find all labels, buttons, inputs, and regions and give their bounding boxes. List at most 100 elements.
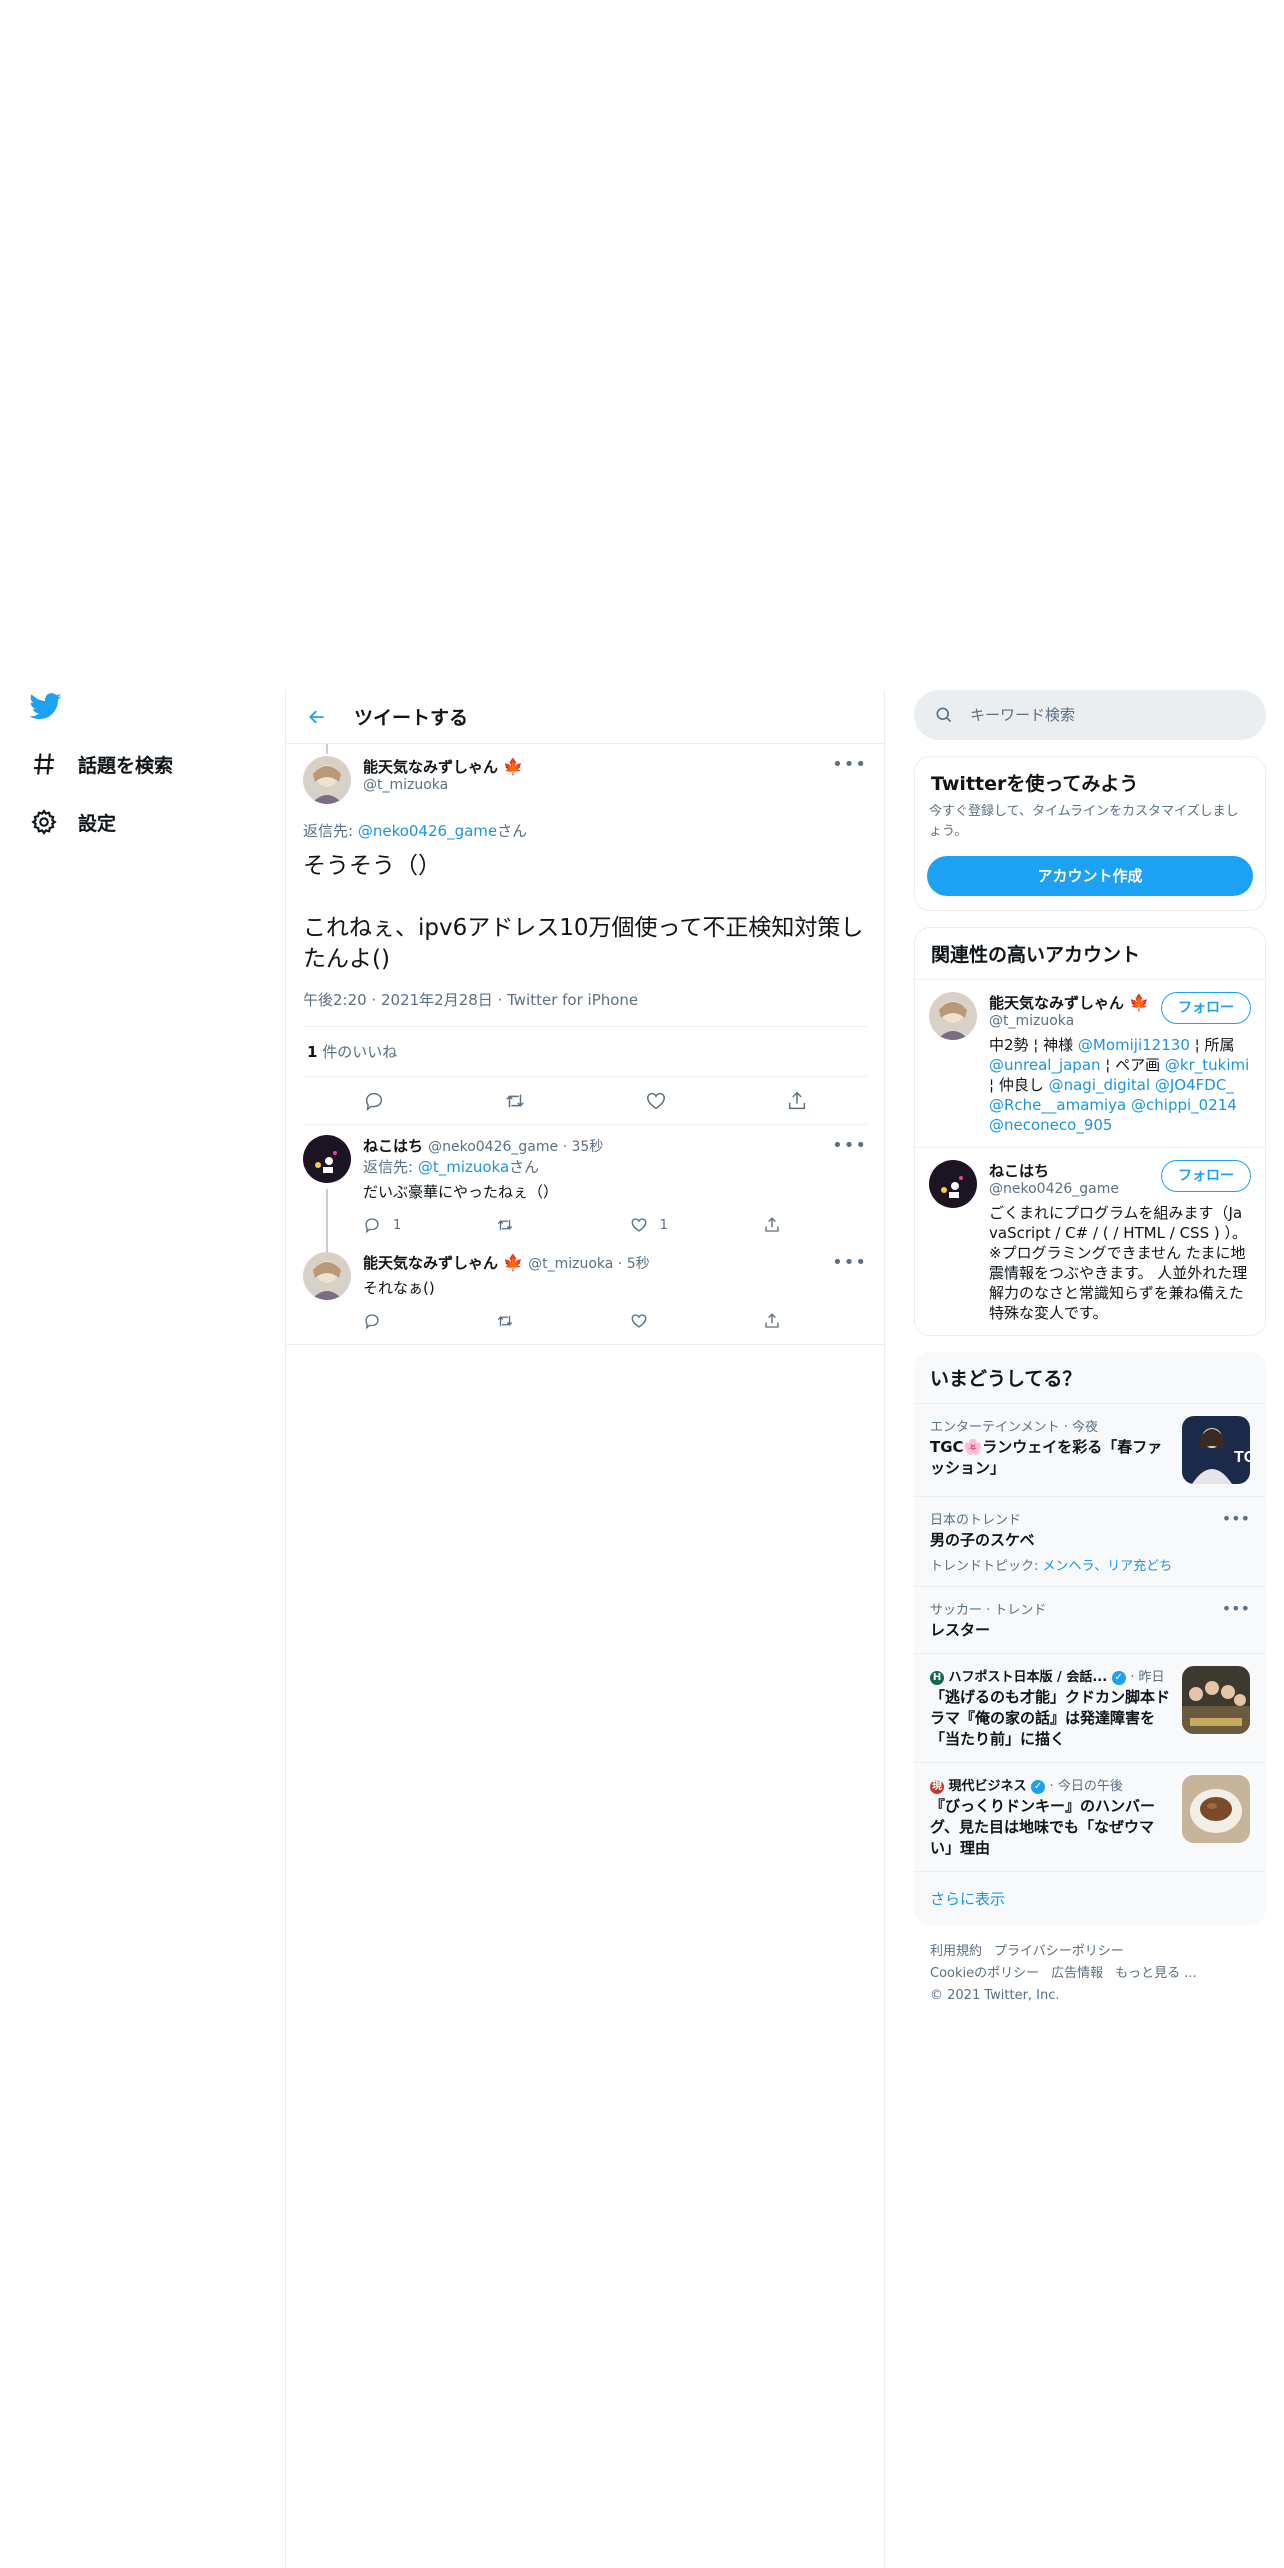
trend-item[interactable]: エンターテインメント · 今夜 TGC🌸ランウェイを彩る「春ファッション」 TG bbox=[914, 1403, 1266, 1496]
footer-cookie-link[interactable]: Cookieのポリシー bbox=[930, 1966, 1039, 1981]
reply-action[interactable]: 1 bbox=[363, 1216, 463, 1234]
like-count-label: 件のいいね bbox=[317, 1043, 398, 1061]
avatar[interactable] bbox=[929, 992, 977, 1040]
share-icon[interactable] bbox=[786, 1090, 808, 1112]
tweet-actions bbox=[303, 1077, 867, 1125]
reply-count: 1 bbox=[393, 1217, 402, 1233]
like-icon[interactable] bbox=[645, 1090, 667, 1112]
like-action[interactable]: 1 bbox=[630, 1216, 730, 1234]
trend-topics-label: トレンドトピック: bbox=[930, 1559, 1043, 1574]
show-more-link[interactable]: さらに表示 bbox=[914, 1871, 1266, 1925]
main-column: ツイートする 能天気なみずしゃん 🍁 @t_mizuoka ••• 返信先: @… bbox=[285, 690, 885, 2568]
back-button[interactable] bbox=[300, 700, 334, 734]
search-box[interactable] bbox=[914, 690, 1266, 740]
trend-item[interactable]: 日本のトレンド 男の子のスケベ トレンドトピック: メンヘラ、リア充どち ••• bbox=[914, 1496, 1266, 1586]
nav-explore-label: 話題を検索 bbox=[78, 754, 174, 777]
footer-copyright: © 2021 Twitter, Inc. bbox=[930, 1988, 1060, 2003]
gear-icon bbox=[31, 809, 57, 835]
footer-privacy-link[interactable]: プライバシーポリシー bbox=[994, 1944, 1124, 1959]
reply-to-link[interactable]: @neko0426_game bbox=[358, 822, 497, 840]
retweet-icon[interactable] bbox=[504, 1090, 526, 1112]
signup-card: Twitterを使ってみよう 今すぐ登録して、タイムラインをカスタマイズしましょ… bbox=[914, 756, 1266, 911]
thread-line-top bbox=[326, 744, 328, 754]
footer-terms-link[interactable]: 利用規約 bbox=[930, 1944, 982, 1959]
account-bio: 中2勢 ¦ 神様 @Momiji12130 ¦ 所属 @unreal_japan… bbox=[989, 1035, 1251, 1135]
maple-leaf-icon: 🍁 bbox=[503, 1253, 524, 1272]
author-handle[interactable]: @t_mizuoka bbox=[528, 1256, 613, 1272]
like-action[interactable] bbox=[630, 1312, 730, 1330]
avatar[interactable] bbox=[929, 1160, 977, 1208]
trends-card: いまどうしてる？ エンターテインメント · 今夜 TGC🌸ランウェイを彩る「春フ… bbox=[914, 1352, 1266, 1925]
author-handle[interactable]: @t_mizuoka bbox=[363, 777, 523, 793]
trend-item[interactable]: H ハフポスト日本版 / 会話... ✓ · 昨日 「逃げるのも才能」クドカン脚… bbox=[914, 1653, 1266, 1762]
trend-more-button[interactable]: ••• bbox=[1222, 1509, 1250, 1528]
account-bio: ごくまれにプログラムを組みます（JavaScript / C# / ( / HT… bbox=[989, 1204, 1248, 1322]
source-logo-icon: H bbox=[930, 1670, 944, 1685]
avatar[interactable] bbox=[303, 1252, 351, 1300]
reply-prefix: 返信先: bbox=[363, 1158, 418, 1176]
main-header: ツイートする bbox=[286, 690, 884, 744]
account-item[interactable]: ねこはち @neko0426_game ごくまれにプログラムを組みます（Java… bbox=[915, 1147, 1265, 1335]
trend-title: 『びっくりドンキー』のハンバーグ、見た目は地味でも「なぜウマい」理由 bbox=[930, 1797, 1156, 1857]
tweet-text: そうそう（） これねぇ、ipv6アドレス10万個使って不正検知対策したんよ() bbox=[303, 853, 864, 972]
account-name[interactable]: 能天気なみずしゃん bbox=[989, 994, 1124, 1012]
reply-tweet[interactable]: ••• ねこはち @neko0426_game · 35秒 返信先: @t_mi… bbox=[286, 1125, 884, 1255]
tweet-text: それなぁ() bbox=[363, 1279, 435, 1297]
bio-mention[interactable]: @unreal_japan bbox=[989, 1056, 1101, 1074]
retweet-action[interactable] bbox=[496, 1312, 596, 1330]
bio-mention[interactable]: @kr_tukimi bbox=[1165, 1056, 1249, 1074]
create-account-button[interactable]: アカウント作成 bbox=[927, 856, 1253, 896]
trend-time: · 今日の午後 bbox=[1049, 1779, 1123, 1794]
twitter-logo-icon[interactable] bbox=[29, 690, 62, 722]
like-count-row[interactable]: 1 件のいいね bbox=[303, 1027, 867, 1077]
hashtag-icon bbox=[34, 753, 54, 775]
more-options-button[interactable]: ••• bbox=[832, 1252, 867, 1273]
tweet-time[interactable]: 5秒 bbox=[627, 1256, 650, 1272]
retweet-action[interactable] bbox=[496, 1216, 596, 1234]
reply-action[interactable] bbox=[363, 1312, 463, 1330]
footer-more-link[interactable]: もっと見る ... bbox=[1115, 1966, 1197, 1981]
trend-item[interactable]: 現 現代ビジネス ✓ · 今日の午後 『びっくりドンキー』のハンバーグ、見た目は… bbox=[914, 1762, 1266, 1871]
author-name[interactable]: 能天気なみずしゃん bbox=[363, 758, 498, 776]
author-name[interactable]: ねこはち bbox=[363, 1137, 423, 1155]
share-action[interactable] bbox=[763, 1312, 793, 1330]
author-name[interactable]: 能天気なみずしゃん bbox=[363, 1254, 498, 1272]
retweet-icon bbox=[498, 1315, 513, 1327]
nav-item-settings[interactable]: 設定 bbox=[30, 802, 270, 842]
avatar[interactable] bbox=[303, 1135, 351, 1183]
search-input[interactable] bbox=[970, 706, 1230, 724]
follow-button[interactable]: フォロー bbox=[1161, 992, 1251, 1024]
like-count: 1 bbox=[307, 1043, 318, 1061]
maple-leaf-icon: 🍁 bbox=[1129, 993, 1150, 1012]
trend-source: 現 現代ビジネス ✓ · 今日の午後 bbox=[930, 1775, 1170, 1794]
tweet-time[interactable]: 35秒 bbox=[571, 1139, 603, 1155]
author-handle[interactable]: @neko0426_game bbox=[428, 1139, 558, 1155]
bio-mention[interactable]: @Momiji12130 bbox=[1078, 1036, 1190, 1054]
source-logo-icon: 現 bbox=[930, 1779, 944, 1794]
source-name: ハフポスト日本版 / 会話... bbox=[948, 1670, 1108, 1685]
more-options-button[interactable]: ••• bbox=[832, 754, 867, 775]
trend-more-button[interactable]: ••• bbox=[1222, 1599, 1250, 1618]
footer-ads-link[interactable]: 広告情報 bbox=[1051, 1966, 1103, 1981]
tweet-timestamp[interactable]: 午後2:20 · 2021年2月28日 · Twitter for iPhone bbox=[303, 989, 867, 1027]
trend-category: サッカー · トレンド bbox=[930, 1603, 1047, 1618]
trend-item[interactable]: サッカー · トレンド レスター ••• bbox=[914, 1586, 1266, 1653]
reply-to-line: 返信先: @neko0426_gameさん bbox=[303, 820, 867, 841]
more-options-button[interactable]: ••• bbox=[832, 1135, 867, 1156]
share-action[interactable] bbox=[763, 1216, 793, 1234]
footer: 利用規約 プライバシーポリシー Cookieのポリシー 広告情報 もっと見る ... … bbox=[914, 1925, 1266, 2023]
like-count: 1 bbox=[659, 1217, 668, 1233]
trend-topics-links[interactable]: メンヘラ、リア充どち bbox=[1043, 1559, 1173, 1574]
tweet-text: だいぶ豪華にやったねぇ（） bbox=[363, 1183, 559, 1201]
nav-item-explore[interactable]: 話題を検索 bbox=[30, 744, 270, 784]
reply-icon bbox=[365, 1314, 379, 1330]
reply-suffix: さん bbox=[509, 1158, 540, 1176]
reply-icon[interactable] bbox=[363, 1090, 385, 1112]
follow-button[interactable]: フォロー bbox=[1161, 1160, 1251, 1192]
account-item[interactable]: 能天気なみずしゃん 🍁 @t_mizuoka 中2勢 ¦ 神様 @Momiji1… bbox=[915, 979, 1265, 1147]
reply-tweet[interactable]: ••• 能天気なみずしゃん 🍁 @t_mizuoka · 5秒 それなぁ() bbox=[286, 1238, 884, 1345]
reply-to-link[interactable]: @t_mizuoka bbox=[418, 1158, 509, 1176]
avatar[interactable] bbox=[303, 756, 351, 804]
maple-leaf-icon: 🍁 bbox=[503, 757, 524, 776]
trend-category: 日本のトレンド bbox=[930, 1513, 1022, 1528]
